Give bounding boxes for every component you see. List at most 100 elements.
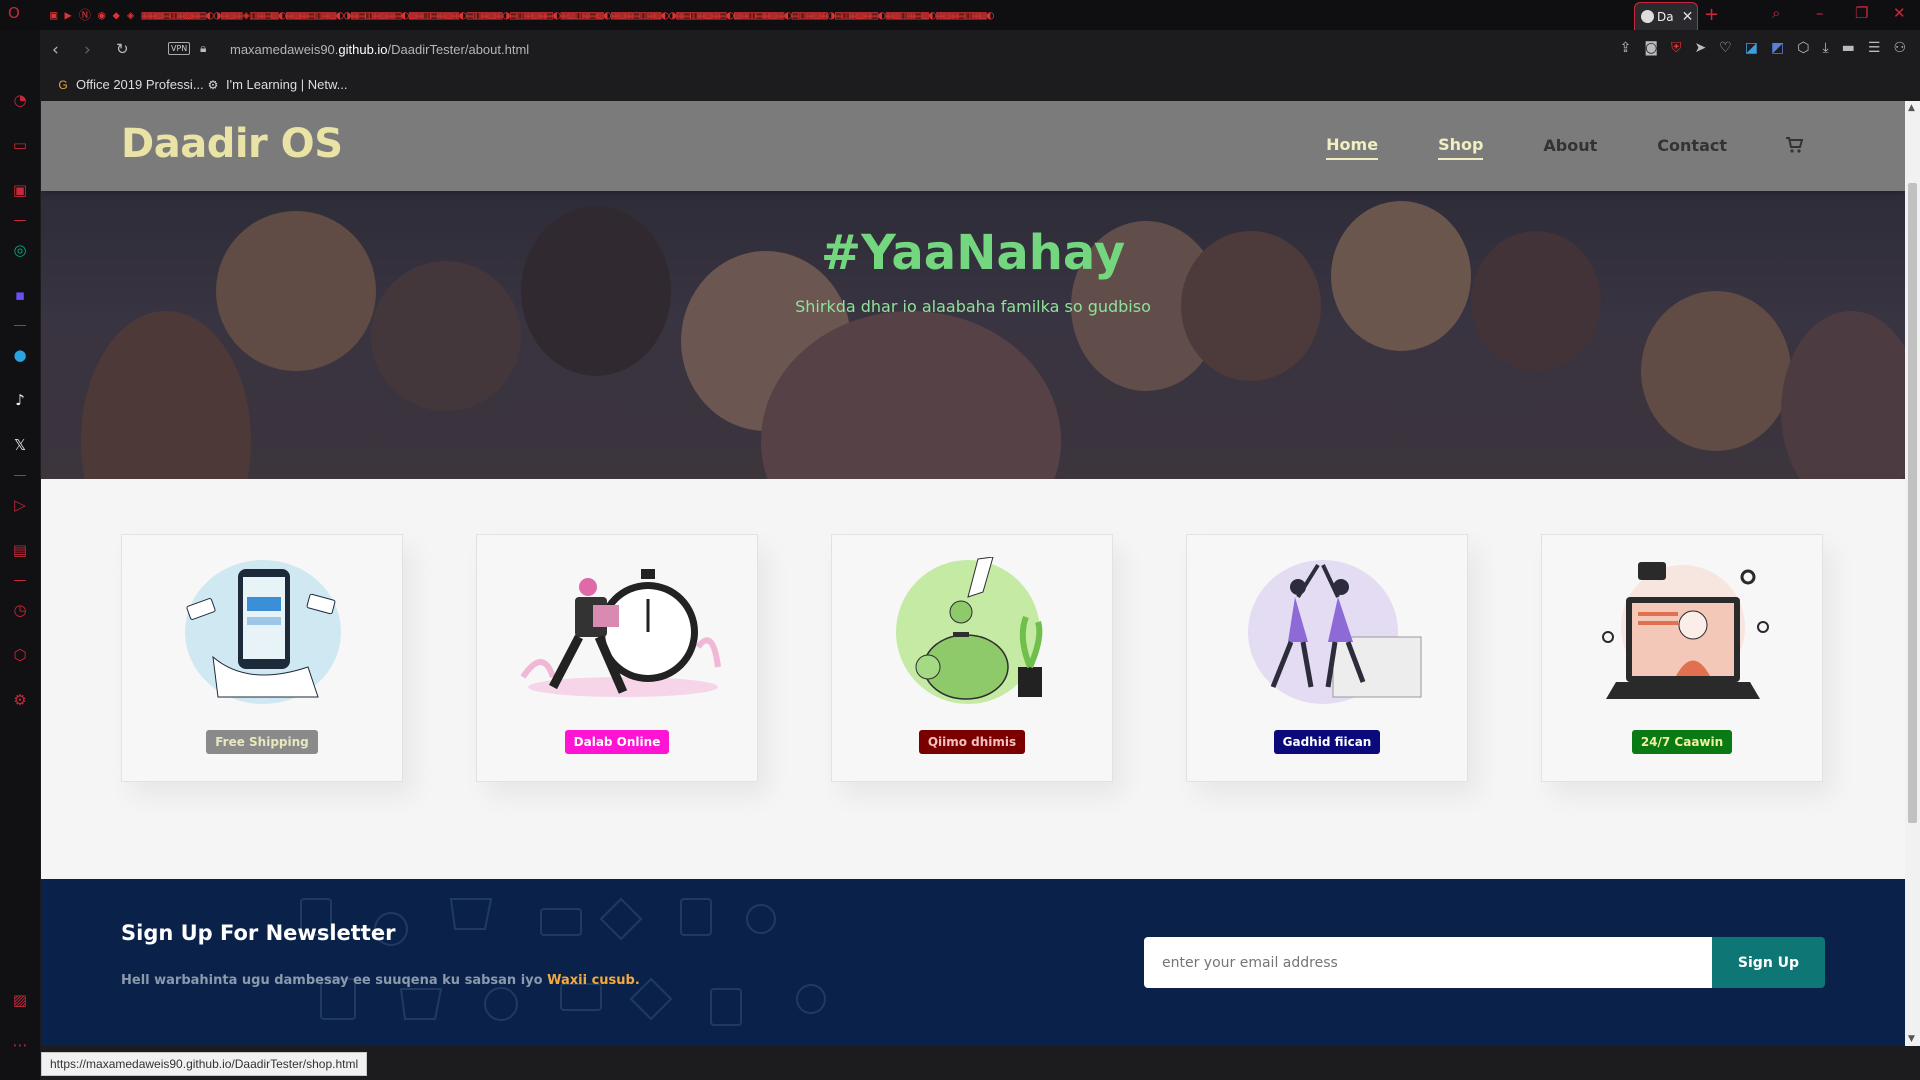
send-icon[interactable]: ➤ [1694, 40, 1706, 56]
site-header: Daadir OS Home Shop About Contact [41, 101, 1905, 191]
sidebar-separator [14, 325, 26, 326]
share-icon[interactable]: ⇪ [1620, 40, 1632, 56]
gallery-icon[interactable]: ▨ [10, 990, 30, 1010]
payment-phone-illustration [185, 560, 341, 704]
bookmark-item[interactable]: G Office 2019 Professi... [56, 77, 204, 92]
newsletter-highlight: Waxii cusub. [547, 973, 640, 988]
download-icon[interactable]: ⤓ [1822, 40, 1828, 56]
search-tabs-icon[interactable]: ⌕ [1772, 4, 1780, 22]
browser-window: O ▣ ▶ Ⓝ ◉ ◆ ◈ ▦▦▩▤▥▦▩▦▤◐◑▦▩▦◈▥▦▤▩◐▦▩▦▤▥▦… [0, 0, 1920, 1080]
newsletter-description: Hell warbahinta ugu dambesay ee suuqena … [121, 973, 548, 988]
pinned-tabs-strip[interactable]: ▣ ▶ Ⓝ ◉ ◆ ◈ ▦▦▩▤▥▦▩▦▤◐◑▦▩▦◈▥▦▤▩◐▦▩▦▤▥▦▩◐… [50, 6, 1630, 24]
newsletter-section: Sign Up For Newsletter Hell warbahinta u… [41, 879, 1905, 1046]
snapshot-icon[interactable]: ◙ [1644, 40, 1658, 56]
feature-badge: Qiimo dhimis [918, 730, 1026, 754]
bookmark-item[interactable]: ⚙ I'm Learning | Netw... [206, 77, 348, 92]
calendar-icon[interactable]: ▣ [10, 180, 30, 200]
feature-card: Free Shipping [121, 534, 403, 782]
page-scrollbar[interactable]: ▲ ▼ [1905, 101, 1920, 1046]
profile-icon[interactable]: ⚇ [1893, 40, 1906, 56]
feature-card: 24/7 Caawin [1541, 534, 1823, 782]
piggy-bank-illustration [896, 557, 1043, 704]
tab-favicon-icon [1641, 10, 1654, 23]
feature-card: Gadhid fiican [1186, 534, 1468, 782]
hero-subtitle: Shirkda dhar io alaabaha familka so gudb… [795, 297, 1151, 316]
newsletter-title: Sign Up For Newsletter [121, 921, 396, 945]
feature-card: Dalab Online [476, 534, 758, 782]
feature-badge: Gadhid fiican [1273, 730, 1381, 754]
nav-shop[interactable]: Shop [1438, 135, 1484, 160]
url-path: /DaadirTester/about.html [387, 42, 530, 57]
cart-icon[interactable] [1785, 137, 1804, 158]
settings-gear-icon[interactable]: ⚙ [10, 690, 30, 710]
active-tab[interactable]: Da ✕ [1634, 2, 1698, 30]
back-icon[interactable]: ‹ [52, 40, 59, 60]
sidebar-separator [14, 580, 26, 581]
scrollbar-thumb[interactable] [1908, 183, 1917, 823]
shopping-bag-icon[interactable]: ▭ [10, 135, 30, 155]
sidebar-separator [14, 475, 26, 476]
extensions-cube-icon[interactable]: ⬡ [10, 645, 30, 665]
nav-about[interactable]: About [1543, 136, 1597, 159]
nav-home[interactable]: Home [1326, 135, 1379, 160]
easy-setup-icon[interactable]: ☰ [1868, 40, 1881, 56]
heart-icon[interactable]: ♡ [1719, 40, 1732, 56]
adblock-icon[interactable]: ⛨ [1671, 40, 1682, 56]
cube-icon[interactable]: ⬡ [1797, 40, 1809, 56]
hero-banner: #YaaNahay Shirkda dhar io alaabaha famil… [41, 191, 1905, 479]
chatsonic-icon[interactable]: ▪ [10, 285, 30, 305]
reload-icon[interactable]: ↻ [116, 40, 129, 58]
vpn-badge[interactable]: VPN [168, 42, 191, 55]
url-field[interactable]: maxamedaweis90.github.io/DaadirTester/ab… [230, 42, 529, 57]
feature-card: Qiimo dhimis [831, 534, 1113, 782]
close-window-icon[interactable]: ✕ [1893, 4, 1906, 22]
hero-title: #YaaNahay [820, 225, 1126, 281]
url-host: github.io [338, 42, 388, 57]
restore-icon[interactable]: ❐ [1855, 4, 1868, 22]
features-section: Free Shipping Dalab Online Qiimo dhimis … [121, 534, 1825, 782]
tab-title: Da [1657, 9, 1674, 24]
shopping-pattern-background [300, 897, 826, 1026]
office-icon: G [58, 77, 68, 92]
link-status-bar: https://maxamedaweis90.github.io/DaadirT… [41, 1052, 368, 1076]
scroll-up-icon[interactable]: ▲ [1908, 103, 1915, 113]
tab-strip: O ▣ ▶ Ⓝ ◉ ◆ ◈ ▦▦▩▤▥▦▩▦▤◐◑▦▩▦◈▥▦▤▩◐▦▩▦▤▥▦… [0, 0, 1920, 30]
minimize-icon[interactable]: – [1816, 4, 1824, 22]
delivery-clock-illustration [520, 569, 721, 697]
opera-sidebar: ◔ ▭ ▣ ◎ ▪ ● ♪ 𝕏 ▷ ▤ ◷ ⬡ ⚙ ▨ ⋯ [0, 30, 40, 1080]
site-logo[interactable]: Daadir OS [121, 121, 343, 167]
feature-badge: Free Shipping [206, 730, 318, 754]
speed-dial-icon[interactable]: ◔ [10, 90, 30, 110]
extension-icon[interactable]: ◪ [1745, 40, 1758, 56]
main-nav: Home Shop About Contact [1266, 135, 1804, 160]
scroll-down-icon[interactable]: ▼ [1908, 1034, 1915, 1044]
email-input[interactable] [1144, 937, 1712, 988]
player-icon[interactable]: ▷ [10, 495, 30, 515]
more-icon[interactable]: ⋯ [10, 1035, 30, 1055]
opera-logo-icon[interactable]: O [8, 4, 20, 22]
history-icon[interactable]: ◷ [10, 600, 30, 620]
bookmark-label: I'm Learning | Netw... [226, 77, 348, 92]
new-tab-icon[interactable]: + [1704, 4, 1719, 25]
x-twitter-icon[interactable]: 𝕏 [10, 435, 30, 455]
wallet-icon[interactable]: ▤ [10, 540, 30, 560]
chatgpt-icon[interactable]: ◎ [10, 240, 30, 260]
high-five-illustration [1248, 560, 1422, 704]
bookmarks-bar: G Office 2019 Professi... ⚙ I'm Learning… [40, 70, 1920, 101]
battery-icon[interactable]: ▬ [1842, 40, 1855, 56]
web-page: Daadir OS Home Shop About Contact #YaaNa… [41, 101, 1905, 1046]
tiktok-icon[interactable]: ♪ [10, 390, 30, 410]
support-laptop-illustration [1602, 562, 1769, 699]
extension-icon[interactable]: ◩ [1771, 40, 1784, 56]
toolbar-icons: ⇪ ◙ ⛨ ➤ ♡ ◪ ◩ ⬡ ⤓ ▬ ☰ ⚇ [1620, 40, 1906, 56]
telegram-icon[interactable]: ● [10, 345, 30, 365]
close-tab-icon[interactable]: ✕ [1682, 9, 1694, 25]
bookmark-label: Office 2019 Professi... [76, 77, 204, 92]
lock-icon[interactable]: 🔒︎ [200, 41, 206, 56]
address-bar-row: ‹ › ↻ VPN 🔒︎ maxamedaweis90.github.io/Da… [40, 30, 1920, 70]
newsletter-text: Hell warbahinta ugu dambesay ee suuqena … [121, 973, 640, 988]
url-prefix: maxamedaweis90. [230, 42, 339, 57]
forward-icon[interactable]: › [84, 40, 91, 60]
sign-up-button[interactable]: Sign Up [1712, 937, 1825, 988]
nav-contact[interactable]: Contact [1657, 136, 1727, 159]
